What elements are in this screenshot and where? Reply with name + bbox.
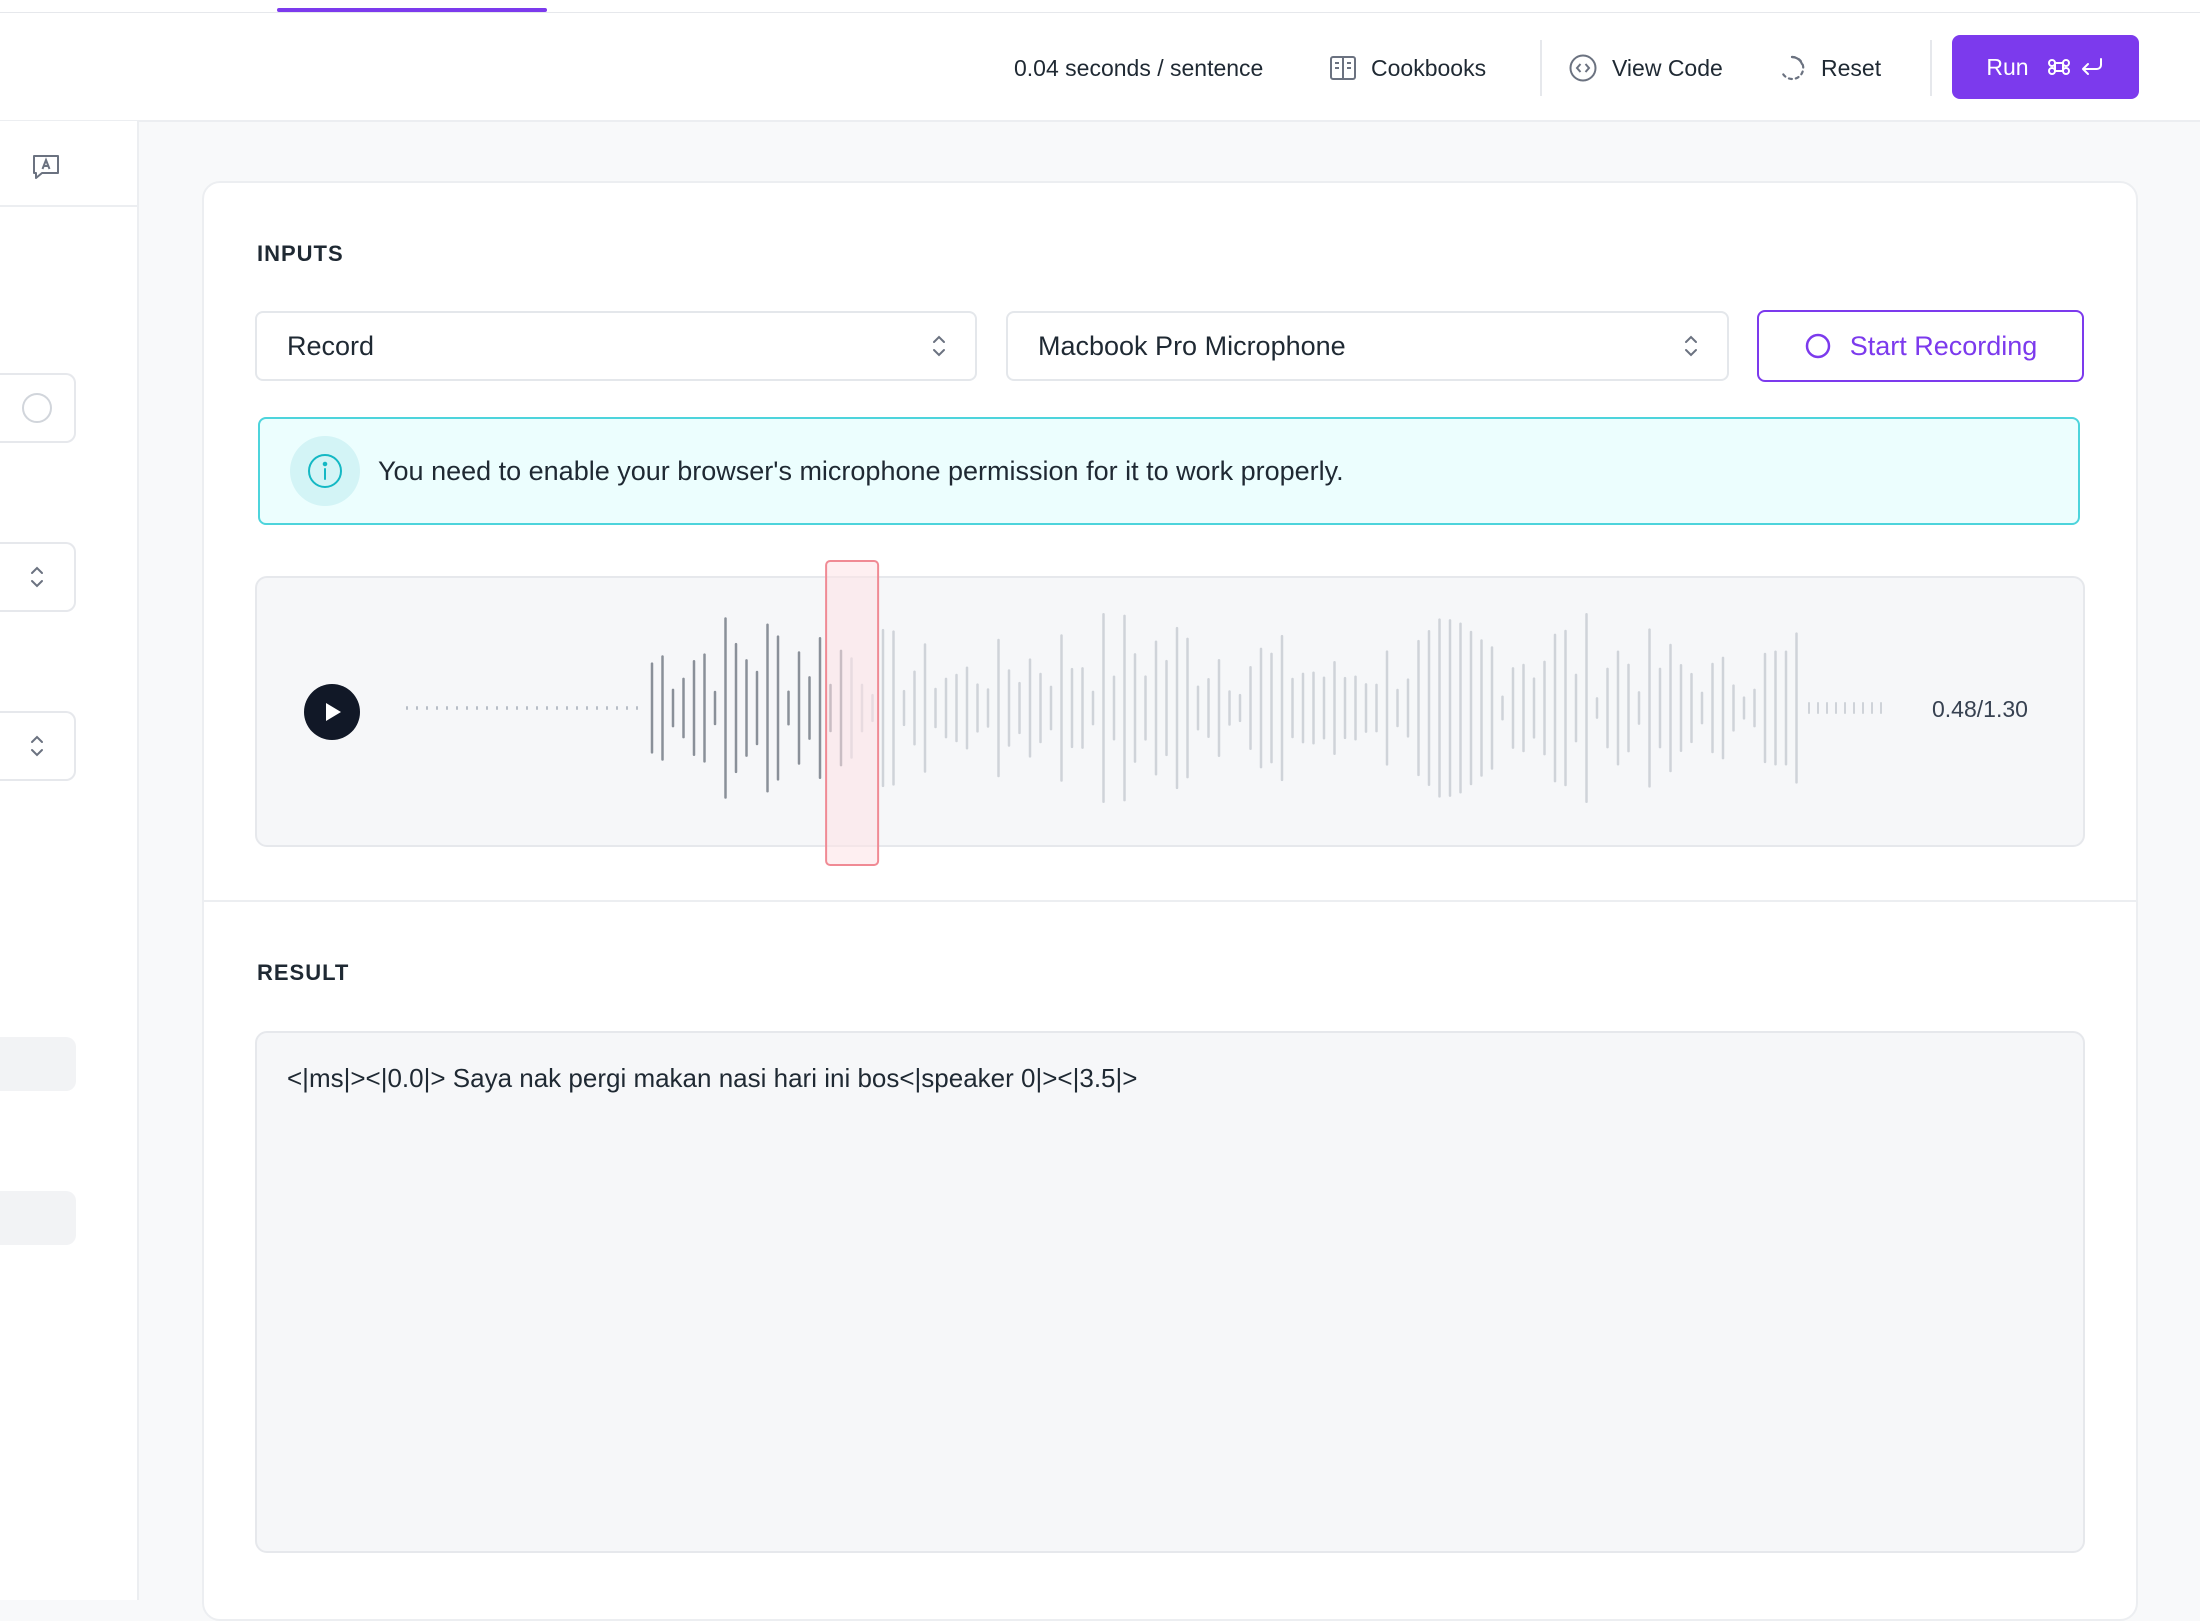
chevron-updown-icon bbox=[31, 566, 43, 588]
reset-label: Reset bbox=[1821, 54, 1882, 81]
cookbooks-label: Cookbooks bbox=[1371, 54, 1487, 81]
sidebar-placeholder-field[interactable] bbox=[0, 1191, 76, 1245]
chevron-updown-icon bbox=[31, 735, 43, 757]
info-message: You need to enable your browser's microp… bbox=[378, 455, 1344, 486]
toolbar-divider bbox=[1930, 40, 1932, 96]
audio-player: 0.48/1.30 bbox=[255, 560, 2085, 866]
start-recording-button[interactable]: Start Recording bbox=[1757, 310, 2084, 382]
playback-time: 0.48/1.30 bbox=[1932, 696, 2028, 722]
sidebar-select-box[interactable] bbox=[0, 542, 76, 612]
source-select[interactable]: Record bbox=[255, 311, 977, 381]
command-key-icon bbox=[2047, 58, 2070, 76]
active-tab-indicator bbox=[277, 8, 547, 12]
view-code-label: View Code bbox=[1612, 54, 1723, 81]
radio-circle-icon bbox=[22, 393, 52, 423]
top-hairline bbox=[0, 12, 2200, 13]
run-button[interactable]: Run bbox=[1952, 35, 2139, 99]
sidebar-select-box[interactable] bbox=[0, 711, 76, 781]
result-output: <|ms|><|0.0|> Saya nak pergi makan nasi … bbox=[255, 1031, 2085, 1553]
result-section-label: RESULT bbox=[257, 960, 350, 985]
left-sidebar bbox=[0, 121, 139, 1600]
source-select-value: Record bbox=[287, 330, 375, 361]
info-icon-bubble bbox=[290, 436, 360, 506]
info-icon bbox=[308, 454, 342, 488]
sidebar-separator bbox=[0, 205, 137, 207]
sidebar-radio-box[interactable] bbox=[0, 373, 76, 443]
waveform[interactable] bbox=[257, 560, 2083, 898]
chat-icon[interactable] bbox=[30, 151, 62, 188]
microphone-permission-alert: You need to enable your browser's microp… bbox=[258, 417, 2080, 525]
book-icon bbox=[1330, 56, 1356, 80]
speed-readout: 0.04 seconds / sentence bbox=[1014, 55, 1264, 81]
run-shortcut bbox=[2047, 55, 2105, 79]
view-code-button[interactable]: View Code bbox=[1568, 48, 1723, 88]
sidebar-placeholder-field[interactable] bbox=[0, 1037, 76, 1091]
reset-button[interactable]: Reset bbox=[1777, 48, 1881, 88]
playhead-marker[interactable] bbox=[825, 560, 880, 866]
reset-icon bbox=[1780, 55, 1805, 81]
cookbooks-button[interactable]: Cookbooks bbox=[1329, 48, 1486, 88]
enter-key-icon bbox=[2081, 58, 2102, 75]
top-bar: 0.04 seconds / sentence Cookbooks View C… bbox=[0, 0, 2200, 122]
microphone-select-value: Macbook Pro Microphone bbox=[1038, 330, 1346, 361]
inputs-section-label: INPUTS bbox=[257, 241, 344, 266]
toolbar-divider bbox=[1540, 40, 1542, 96]
card-separator bbox=[204, 900, 2136, 902]
code-icon bbox=[1569, 54, 1597, 82]
run-label: Run bbox=[1986, 53, 2029, 80]
record-circle-icon bbox=[1805, 333, 1830, 359]
chevron-updown-icon bbox=[1685, 335, 1697, 357]
start-recording-label: Start Recording bbox=[1849, 330, 2038, 361]
microphone-select[interactable]: Macbook Pro Microphone bbox=[1006, 311, 1729, 381]
chevron-updown-icon bbox=[933, 335, 945, 357]
